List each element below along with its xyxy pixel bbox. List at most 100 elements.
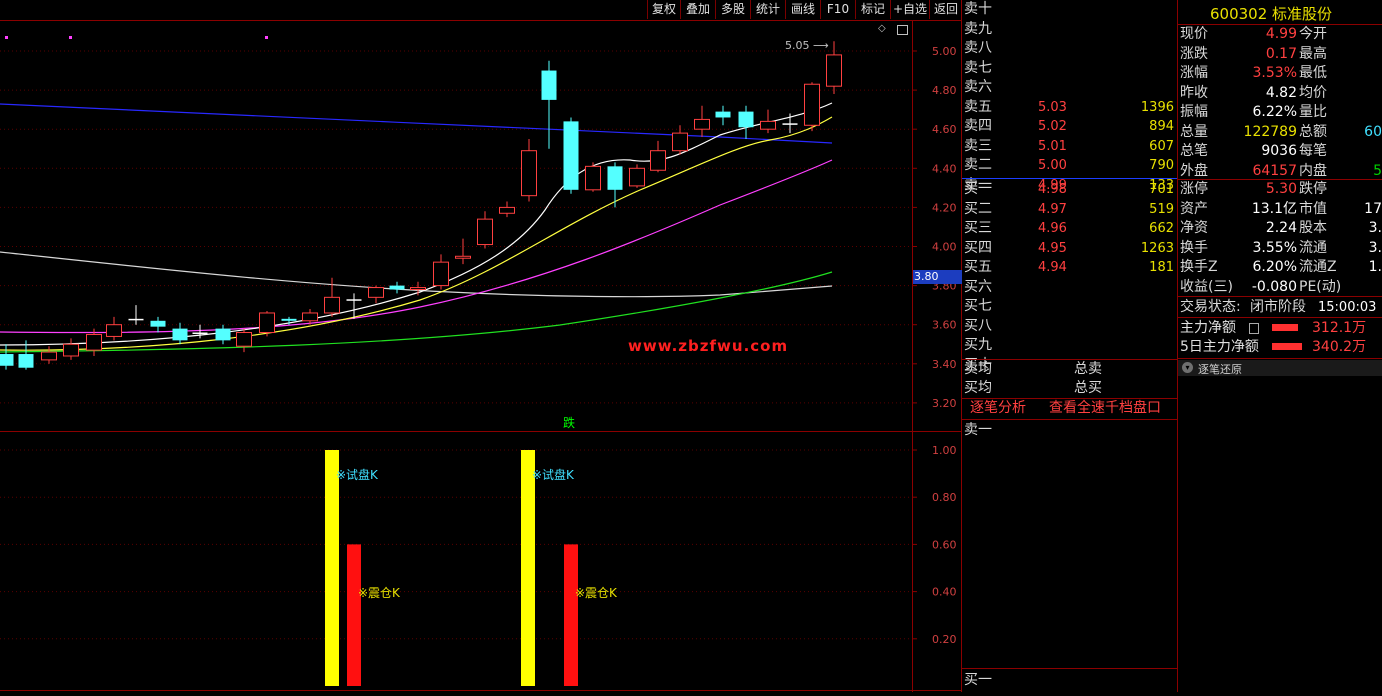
main-net-label: 主力净额 [1180,320,1236,336]
ma-white-line [0,102,833,346]
trial-k-label-2: ※试盘K [532,468,574,482]
full-depth-tab[interactable]: 查看全速千档盘口 [1049,399,1161,418]
indicator-axis-label: 1.00 [932,444,957,457]
multi-stock-button[interactable]: 多股 [715,0,750,19]
price-axis-label: 4.40 [932,162,957,175]
tick-restore-label: 逐笔还原 [1198,363,1242,376]
tick-analysis-tab[interactable]: 逐笔分析 [970,399,1026,418]
price-axis-label: 4.20 [932,201,957,214]
sell-level-empty-3-label: 卖七 [964,59,992,76]
quote-value2-qi-rows-6 [1346,142,1382,161]
candle-body-up [455,255,471,259]
quote-value2-qi-rows2-0 [1346,180,1382,199]
candle-body-up [804,83,820,126]
doc-icon[interactable] [1249,323,1259,334]
quote-label2-qi-rows-2: 最低 [1299,65,1327,81]
quote-value-qi-rows-5: 122789 [1243,123,1297,140]
add-watchlist-button[interactable]: +自选 [890,0,929,19]
kline-chart-area[interactable]: 5.00 4.80 4.60 4.40 4.20 4.00 3.80 3.60 3.40 3.20… [0,0,962,692]
quote-label2-qi-rows-6: 每笔 [1299,143,1327,159]
buy-level-empty-2-label: 买八 [964,317,992,334]
panel-toggle-icon[interactable] [897,25,908,35]
arrow-icon: ⟶ [809,39,829,52]
sell-level-0-volume: 1396 [1140,99,1174,115]
sell-level-empty-2-label: 卖八 [964,40,992,56]
candle-body-up [86,333,102,351]
order-book-panel: 卖十 卖九 卖八 卖七 卖六 卖五 5.03 1396 卖四 5.02 894 卖三 5.01 607 卖二… [962,0,1178,692]
quote-value-qi-rows2-1: 13.1亿 [1251,200,1297,217]
sell-level-0-price[interactable]: 5.03 [1038,98,1067,117]
candle-body-down [0,354,14,366]
sell-level-empty-4-label: 卖六 [964,79,992,95]
price-axis-label: 3.60 [932,319,957,332]
candle-body-up [477,218,493,246]
quote-label-qi-rows-5: 总量 [1180,123,1208,140]
mark-button[interactable]: 标记 [855,0,890,19]
candle-body-up [694,118,710,130]
shake-k-bar [347,544,361,686]
stock-name: 标准股份 [1272,5,1333,23]
shake-k-label-2: ※震仓K [575,586,617,600]
buy-level-2-volume: 662 [1149,221,1174,236]
buy-level-empty-3-label: 买九 [964,337,992,353]
quote-value2-qi-rows-5: 60 [1364,123,1382,140]
quote-value-qi-rows-4: 6.22% [1252,104,1297,120]
candle-body-down [563,121,579,190]
buy-level-2-price[interactable]: 4.96 [1038,219,1067,238]
ob-divider-3 [962,419,1178,420]
current-price-tag: 3.80 [913,270,962,284]
signal-dot [69,36,72,39]
candle-body-doji [346,299,362,301]
price-axis-label: 4.80 [932,84,957,97]
quote-value2-qi-rows2-3: 3. [1368,239,1382,256]
candle-body-up [106,324,122,337]
sell-level-1-price[interactable]: 5.02 [1038,117,1067,136]
diamond-icon[interactable]: ◇ [878,24,888,34]
quote-value2-qi-rows2-4: 1. [1368,259,1382,275]
sell-level-3-label: 卖二 [964,157,992,173]
sell-level-3-price[interactable]: 5.00 [1038,156,1067,175]
f10-button[interactable]: F10 [820,0,855,19]
quote-value2-qi-rows-7: 5 [1373,162,1382,179]
quote-value-qi-rows2-3: 3.55% [1252,239,1297,256]
candle-body-up [672,132,688,152]
chevron-down-icon[interactable]: ▾ [1182,362,1193,373]
quote-value-qi-rows2-0: 5.30 [1265,181,1297,197]
buy-level-1-price[interactable]: 4.97 [1038,200,1067,219]
quote-value-qi-rows-6: 9036 [1261,143,1297,159]
buy-level-0-label: 买一 [964,181,992,197]
tick-restore-bar[interactable]: ▾ 逐笔还原 [1178,360,1382,376]
watermark: www.zbzfwu.com [628,337,789,355]
trial-k-bar [521,450,535,686]
candle-body-doji [782,123,798,125]
price-axis-label: 4.60 [932,123,957,136]
draw-line-button[interactable]: 画线 [785,0,820,19]
trial-k-label-1: ※试盘K [336,468,378,482]
sell-level-2-price[interactable]: 5.01 [1038,137,1067,156]
kline-chart-svg[interactable]: 5.00 4.80 4.60 4.40 4.20 4.00 3.80 3.60 3.40 3.20… [0,0,962,692]
avg-sell-label: 卖均 [964,361,992,377]
adjust-rights-button[interactable]: 复权 [647,0,680,19]
candle-body-up [324,296,340,314]
buy-level-3-price[interactable]: 4.95 [1038,239,1067,258]
candle-body-down [541,70,557,100]
overlay-button[interactable]: 叠加 [680,0,715,19]
trade-time: 15:00:03 [1318,300,1377,315]
statistics-button[interactable]: 统计 [750,0,785,19]
quote-label-qi-rows-3: 昨收 [1180,84,1208,101]
candle-body-down [607,166,623,190]
quote-label-qi-rows-0: 现价 [1180,26,1208,42]
fall-marker: 跌 [563,416,576,430]
sell-level-3-volume: 790 [1149,158,1174,173]
quote-value-qi-rows-1: 0.17 [1265,45,1297,62]
back-button[interactable]: 返回 [929,0,962,19]
quote-label-qi-rows2-4: 换手Z [1180,259,1218,275]
buy-level-0-price[interactable]: 4.98 [1038,180,1067,199]
candle-body-up [826,54,842,87]
candle-body-down [281,318,297,321]
quote-label2-qi-rows-3: 均价 [1299,84,1327,101]
avg-buy-label: 买均 [964,380,992,396]
quote-label-qi-rows-1: 涨跌 [1180,45,1208,62]
buy-level-4-price[interactable]: 4.94 [1038,258,1067,277]
total-buy-label: 总买 [1074,380,1102,396]
